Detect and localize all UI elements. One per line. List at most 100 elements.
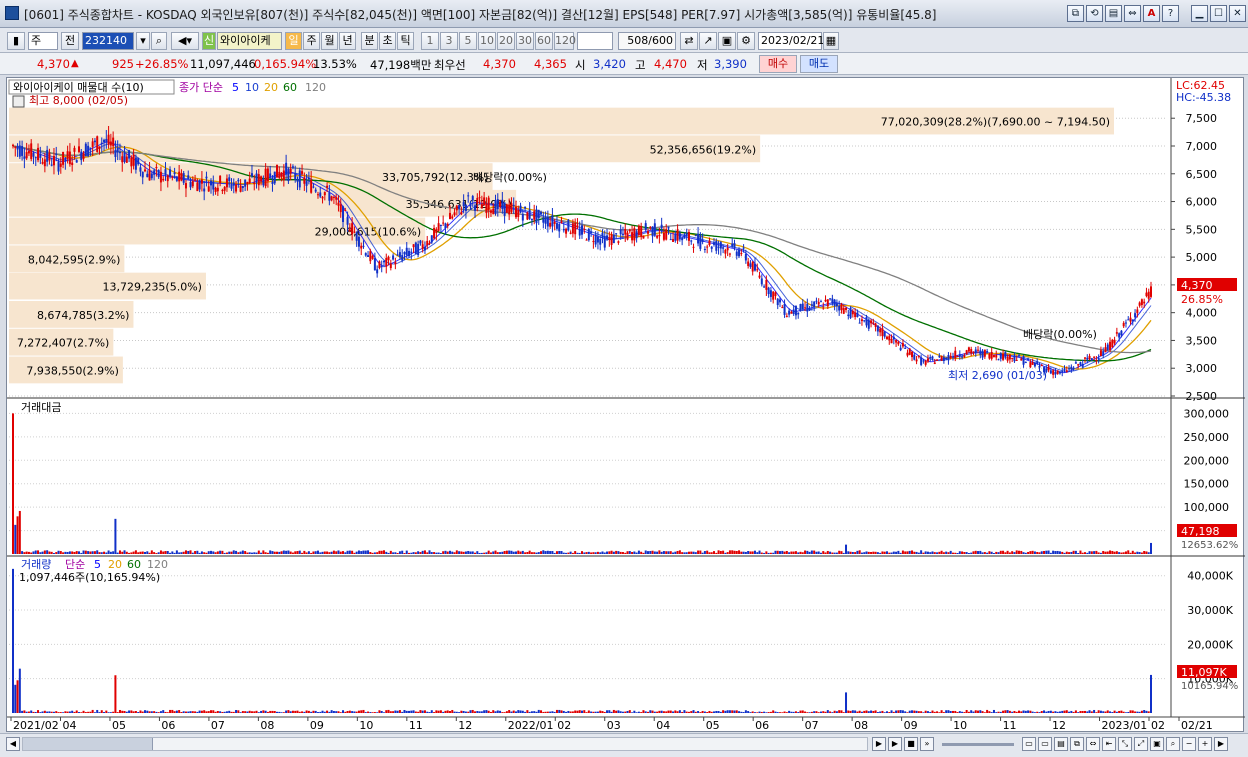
period-day-tab[interactable]: 일 [285,32,302,50]
maximize-button[interactable]: ☐ [1210,5,1227,22]
period-minute-tab[interactable]: 분 [361,32,378,50]
chart-type-select[interactable]: 주 [28,32,58,50]
custom-interval-input[interactable] [577,32,613,50]
interval-20-button[interactable]: 20 [497,32,515,50]
fast-forward-icon[interactable]: » [920,737,934,751]
tool-7-icon[interactable]: ⤡ [1118,737,1132,751]
tool-4-icon[interactable]: ⧉ [1070,737,1084,751]
volume-bar [444,710,447,713]
quote-bar: 4,370 ▲ 925 +26.85% 11,097,446 0,165.94%… [0,53,1248,75]
page-right-icon[interactable]: ▶ [1214,737,1228,751]
period-year-tab[interactable]: 년 [339,32,356,50]
candle-body [100,142,103,144]
period-second-tab[interactable]: 초 [379,32,396,50]
amount-bar [1136,551,1139,554]
font-button[interactable]: A [1143,5,1160,22]
chart-menu-icon[interactable]: ▮ [7,32,25,50]
tool-1-icon[interactable]: ▭ [1022,737,1036,751]
restore-layout-button[interactable]: ⧉ [1067,5,1084,22]
zoom-out-icon[interactable]: − [1182,737,1196,751]
candle-body [1070,366,1073,370]
save-icon[interactable]: ▣ [718,32,736,50]
buy-button[interactable]: 매수 [759,55,797,73]
link-button[interactable]: ⇔ [1124,5,1141,22]
calendar-icon[interactable]: ▦ [823,32,839,50]
period-month-tab[interactable]: 월 [321,32,338,50]
volume-legend: 거래량 [21,558,51,571]
speed-slider[interactable] [942,743,1014,746]
amount-bar [508,550,511,554]
candle-body [1054,371,1057,375]
compare-icon[interactable]: ⇄ [680,32,698,50]
tool-2-icon[interactable]: ▭ [1038,737,1052,751]
volume-bar [16,680,19,713]
candle-body [162,178,165,181]
scroll-left-icon[interactable]: ◀ [6,737,20,751]
chart-area[interactable]: 77,020,309(28.2%)(7,690.00 ~ 7,194.50) 52… [6,77,1245,733]
scroll-right-icon[interactable]: ▶ [872,737,886,751]
candle-body [1031,362,1034,365]
price-tick-label: 2,500 [1186,390,1218,403]
amount-bar [250,552,253,554]
interval-3-button[interactable]: 3 [440,32,458,50]
refresh-button[interactable]: ⟲ [1086,5,1103,22]
horizontal-scrollbar[interactable] [22,737,868,751]
tool-8-icon[interactable]: ⤢ [1134,737,1148,751]
stop-icon[interactable]: ■ [904,737,918,751]
interval-30-button[interactable]: 30 [516,32,534,50]
volume-bar [362,709,365,713]
tool-9-icon[interactable]: ▣ [1150,737,1164,751]
interval-60-button[interactable]: 60 [535,32,553,50]
search-icon[interactable]: ⌕ [151,32,167,50]
amount-tick-label: 250,000 [1184,431,1230,444]
zoom-in-icon[interactable]: + [1198,737,1212,751]
period-tick-tab[interactable]: 틱 [397,32,414,50]
candle-body [492,208,495,215]
data-count-value: 508 [627,34,649,47]
help-button[interactable]: ? [1162,5,1179,22]
close-button[interactable]: ✕ [1229,5,1246,22]
zoom-icon[interactable]: ⌕ [1166,737,1180,751]
volume-bar [474,711,477,713]
code-dropdown-icon[interactable]: ▾ [136,32,150,50]
grid-icon[interactable] [12,95,25,108]
settings-icon[interactable]: ⚙ [737,32,755,50]
trend-icon[interactable]: ↗ [699,32,717,50]
prev-button[interactable]: 전 [61,32,79,50]
data-count-field[interactable]: 508/600 [618,32,676,50]
amount-bar [205,552,208,554]
amount-bar [405,550,408,554]
stock-chart-svg[interactable]: 77,020,309(28.2%)(7,690.00 ~ 7,194.50)52… [7,78,1245,733]
play-icon[interactable]: ▶ [888,737,902,751]
tool-3-icon[interactable]: ▤ [1054,737,1068,751]
candle-body [626,232,629,240]
amount-bar [107,550,110,554]
tool-6-icon[interactable]: ⇤ [1102,737,1116,751]
new-stock-badge[interactable]: 신 [202,32,216,50]
minimize-button[interactable]: ▁ [1191,5,1208,22]
sell-button[interactable]: 매도 [800,55,838,73]
amount-bar [1061,551,1064,554]
speaker-icon[interactable]: ◀▾ [171,32,199,50]
screen-button[interactable]: ▤ [1105,5,1122,22]
volume-bar [574,710,577,713]
interval-120-button[interactable]: 120 [554,32,576,50]
interval-1-button[interactable]: 1 [421,32,439,50]
volume-bar [1043,710,1046,713]
period-week-tab[interactable]: 주 [303,32,320,50]
tool-5-icon[interactable]: ⇔ [1086,737,1100,751]
candle-body [1088,355,1091,360]
amount-bar [751,551,754,554]
amount-bar [278,551,281,554]
interval-5-button[interactable]: 5 [459,32,477,50]
scrollbar-thumb[interactable] [23,738,153,750]
volume-bar [364,712,367,713]
volume-bar [264,710,267,713]
date-input[interactable]: 2023/02/21 [758,32,824,50]
amount-bar [560,551,563,554]
interval-10-button[interactable]: 10 [478,32,496,50]
amount-bar [1081,552,1084,554]
amount-bar [360,551,363,554]
candle-body [18,145,21,157]
stock-code-input[interactable]: 232140 [82,32,134,50]
